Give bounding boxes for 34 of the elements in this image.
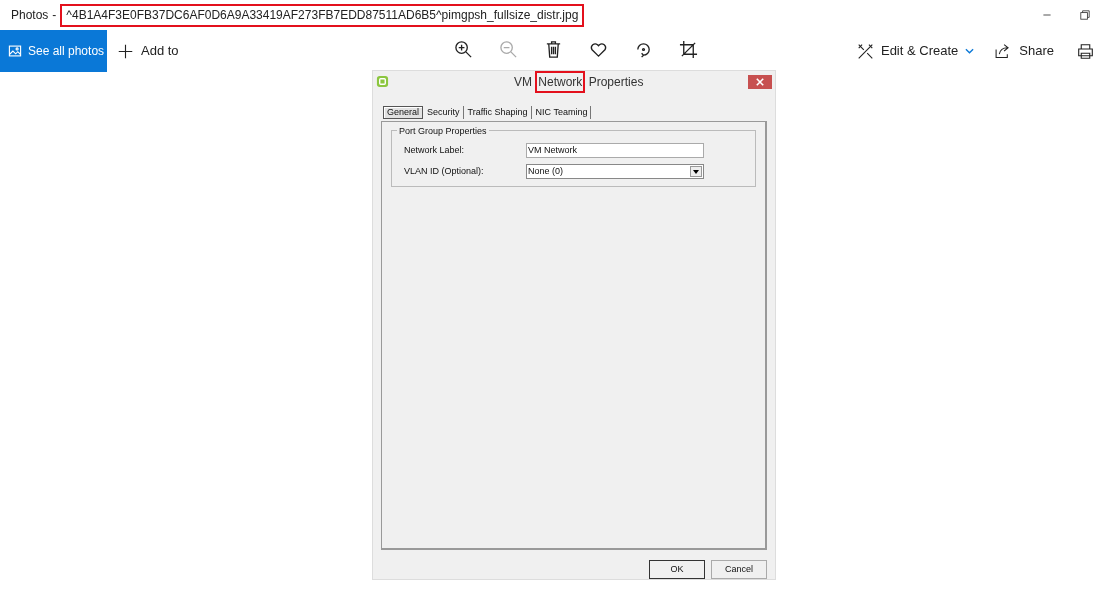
close-button[interactable] bbox=[748, 74, 772, 89]
rotate-button[interactable] bbox=[634, 40, 653, 59]
restore-icon bbox=[1079, 9, 1091, 21]
edit-create-button[interactable]: Edit & Create bbox=[856, 41, 975, 61]
vlan-dropdown[interactable]: None (0) bbox=[526, 164, 704, 180]
dialog-title: VM Network Properties bbox=[514, 73, 644, 91]
dialog-button[interactable]: Cancel bbox=[711, 560, 767, 579]
edit-tools-icon bbox=[856, 42, 874, 60]
tab[interactable]: Security bbox=[424, 106, 464, 120]
app-title: Photos bbox=[11, 7, 49, 24]
group-title: Port Group Properties bbox=[397, 125, 489, 139]
field-label: VLAN ID (Optional): bbox=[404, 165, 485, 179]
dropdown-arrow-icon bbox=[693, 169, 699, 174]
crop-button[interactable] bbox=[679, 40, 698, 59]
see-all-photos-button[interactable]: See all photos bbox=[0, 30, 107, 72]
dialog-button[interactable]: OK bbox=[649, 560, 705, 579]
field-label: Network Label: bbox=[404, 144, 466, 158]
print-button[interactable] bbox=[1077, 42, 1094, 60]
heart-button[interactable] bbox=[589, 40, 608, 59]
zoom-in-button[interactable] bbox=[454, 40, 473, 59]
network-label-field[interactable]: VM Network bbox=[526, 143, 704, 159]
tab[interactable]: Traffic Shaping bbox=[464, 106, 532, 120]
trash-button[interactable] bbox=[544, 40, 563, 59]
caret-icon bbox=[965, 48, 975, 54]
file-name: ^4B1A4F3E0FB37DC6AF0D6A9A33419AF273FB7EDD87511AD6B5^pimgpsh_fullsize_distr.jpg bbox=[60, 3, 585, 27]
share-icon bbox=[994, 43, 1012, 59]
app-logo-icon bbox=[376, 75, 389, 89]
add-to-button[interactable]: Add to bbox=[118, 41, 179, 61]
tab[interactable]: General bbox=[383, 106, 424, 120]
share-button[interactable]: Share bbox=[994, 41, 1054, 61]
close-icon bbox=[756, 77, 764, 86]
photo-icon bbox=[8, 44, 22, 58]
title-separator: - bbox=[52, 7, 57, 24]
plus-icon bbox=[118, 43, 133, 59]
